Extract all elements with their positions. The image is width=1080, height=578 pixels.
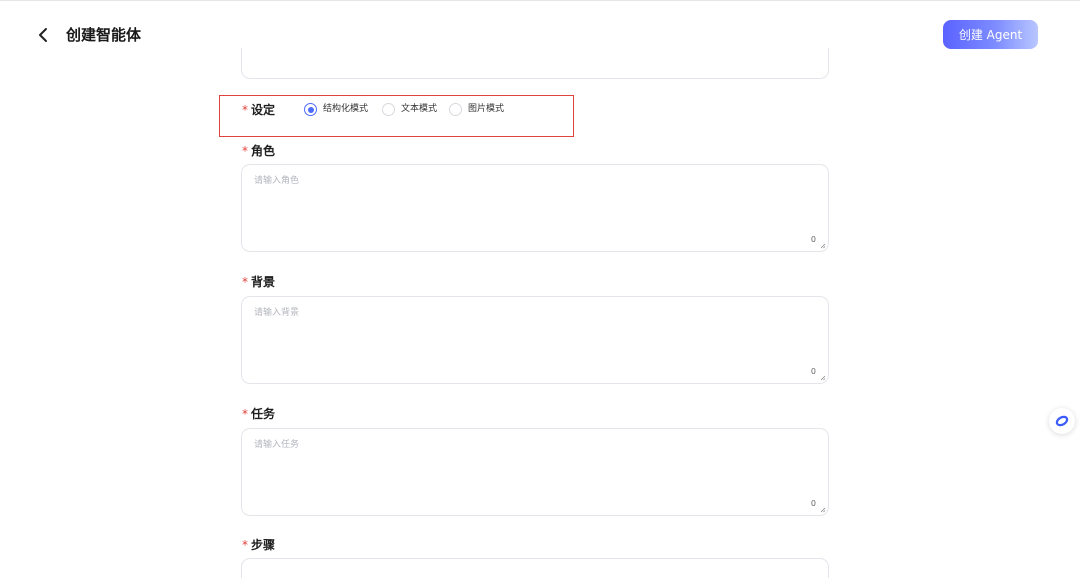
chevron-left-icon: [39, 28, 47, 42]
role-placeholder: 请输入角色: [254, 176, 300, 186]
steps-label: * 步骤: [242, 537, 275, 553]
steps-textarea[interactable]: [241, 558, 829, 578]
background-label: * 背景: [242, 274, 275, 290]
radio-dot: [449, 103, 462, 116]
steps-label-text: 步骤: [251, 538, 276, 552]
radio-label: 结构化模式: [323, 104, 369, 114]
radio-image-mode[interactable]: 图片模式: [449, 103, 504, 116]
task-label: * 任务: [242, 406, 275, 422]
radio-structured-mode[interactable]: 结构化模式: [304, 103, 368, 116]
required-mark: *: [242, 144, 248, 158]
task-label-text: 任务: [251, 407, 276, 421]
role-textarea[interactable]: 请输入角色 0: [241, 164, 829, 252]
top-divider: [0, 0, 1080, 1]
background-label-text: 背景: [251, 275, 276, 289]
resize-handle-icon[interactable]: [820, 243, 826, 249]
role-char-counter: 0: [810, 235, 816, 244]
radio-text-mode[interactable]: 文本模式: [382, 103, 437, 116]
task-textarea[interactable]: 请输入任务 0: [241, 428, 829, 516]
setting-label: * 设定: [242, 102, 275, 118]
background-placeholder: 请输入背景: [254, 308, 300, 318]
required-mark: *: [242, 538, 248, 552]
role-label-text: 角色: [251, 144, 276, 158]
resize-handle-icon[interactable]: [820, 375, 826, 381]
radio-dot: [382, 103, 395, 116]
required-mark: *: [242, 407, 248, 421]
resize-handle-icon[interactable]: [820, 507, 826, 513]
page-title: 创建智能体: [66, 26, 142, 44]
background-textarea[interactable]: 请输入背景 0: [241, 296, 829, 384]
back-button[interactable]: [32, 24, 54, 46]
required-mark: *: [242, 275, 248, 289]
floating-assistant-button[interactable]: [1049, 408, 1075, 434]
task-placeholder: 请输入任务: [254, 440, 300, 450]
role-label: * 角色: [242, 143, 275, 159]
radio-label: 文本模式: [401, 104, 438, 114]
previous-field-input[interactable]: [241, 48, 829, 79]
task-char-counter: 0: [810, 499, 816, 508]
assistant-ring-icon: [1055, 415, 1069, 427]
setting-label-text: 设定: [251, 103, 276, 117]
radio-dot: [304, 103, 317, 116]
required-mark: *: [242, 103, 248, 117]
background-char-counter: 0: [810, 367, 816, 376]
radio-label: 图片模式: [468, 104, 505, 114]
create-agent-button[interactable]: 创建 Agent: [943, 20, 1038, 49]
